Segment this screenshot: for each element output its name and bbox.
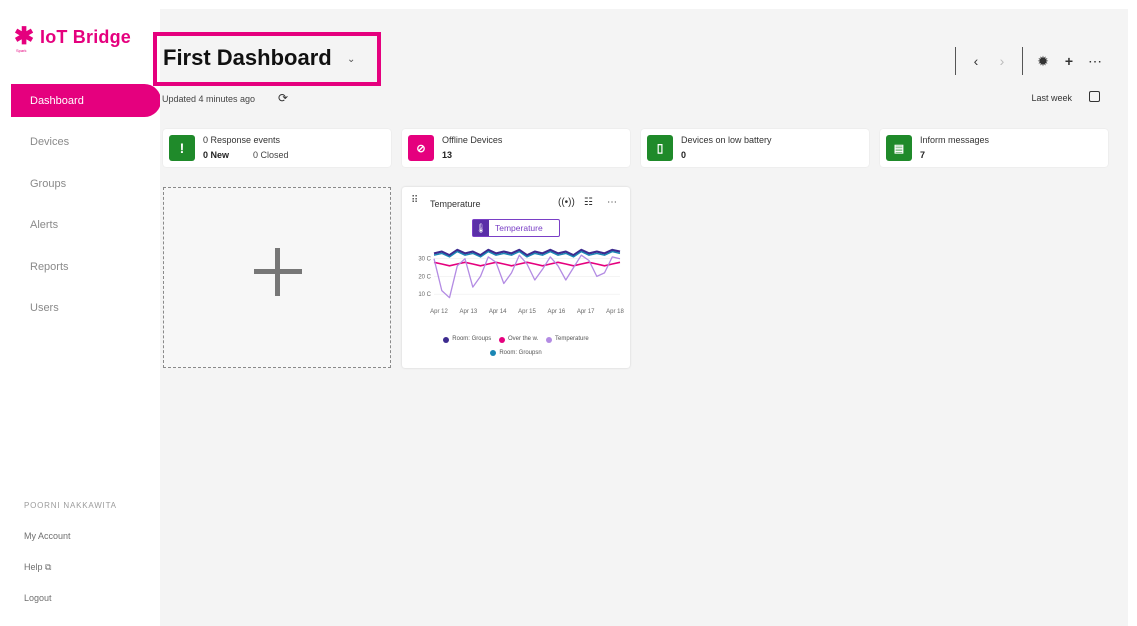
brand-sub: Spark	[16, 48, 27, 53]
add-widget-button[interactable]	[163, 187, 391, 368]
legend-dot	[490, 350, 497, 356]
stat-value: 0	[681, 150, 687, 160]
brand-logo[interactable]: ✱ IoT Bridge	[14, 23, 131, 50]
y-tick-label: 20 C	[418, 274, 431, 280]
sidebar-item-groups[interactable]: Groups	[0, 167, 160, 200]
stat-value: 0 New	[203, 150, 230, 160]
sidebar-nav: Dashboard Devices Groups Alerts Reports …	[0, 84, 161, 333]
logout-link[interactable]: Logout	[24, 593, 52, 603]
stat-card-offline-devices[interactable]: ⊘ Offline Devices 13	[402, 129, 630, 167]
user-name: POORNI NAKKAWITA	[24, 501, 117, 510]
temperature-chip[interactable]: 🌡 Temperature	[472, 219, 560, 237]
legend-item[interactable]: Temperature	[546, 334, 589, 345]
add-icon[interactable]: +	[1056, 53, 1082, 69]
date-range-label[interactable]: Last week	[1031, 93, 1072, 103]
sidebar-item-reports[interactable]: Reports	[0, 250, 160, 283]
chevron-down-icon[interactable]: ⌄	[347, 54, 355, 65]
brand-name: IoT Bridge	[40, 26, 131, 47]
x-tick-label: Apr 14	[489, 309, 507, 315]
calendar-icon[interactable]	[1089, 91, 1100, 102]
stat-card-inform-messages[interactable]: ▤ Inform messages 7	[880, 129, 1108, 167]
more-icon[interactable]: ⋯	[607, 197, 617, 208]
signal-icon[interactable]: ((•))	[558, 197, 575, 208]
filter-icon[interactable]: ☷	[584, 197, 593, 208]
dashboard-toolbar: ‹ › ✹ + ⋯	[948, 47, 1108, 75]
dashboard-main: First Dashboard ⌄ Updated 4 minutes ago …	[153, 9, 1128, 626]
toolbar-divider	[1022, 47, 1023, 75]
stat-value-secondary: 0 Closed	[253, 150, 289, 160]
legend-label: Room: Groupsn	[499, 349, 542, 356]
x-tick-label: Apr 16	[547, 309, 565, 315]
message-icon: ▤	[886, 135, 912, 161]
stat-title: Offline Devices	[442, 135, 503, 145]
battery-icon: ▯	[647, 135, 673, 161]
spark-logo-icon: ✱	[14, 23, 35, 50]
stat-value: 7	[920, 150, 926, 160]
sidebar-item-alerts[interactable]: Alerts	[0, 209, 160, 242]
legend-dot	[498, 336, 505, 343]
chart-series	[433, 248, 621, 299]
temperature-widget: ⠿ Temperature ((•)) ☷ ⋯ 🌡 Temperature 10…	[402, 187, 630, 368]
temperature-chart: 10 C 20 C 30 C Apr 12 Apr 13 Apr 14 Apr 15 Apr …	[418, 248, 624, 315]
app-window: ✱ IoT Bridge Spark Dashboard Devices Gro…	[0, 0, 1137, 626]
legend-item[interactable]: Room: Groupsn	[490, 348, 542, 359]
chip-label: Temperature	[495, 223, 543, 233]
plus-icon	[254, 248, 302, 296]
legend-item[interactable]: Room: Groups	[443, 334, 491, 345]
x-tick-label: Apr 17	[577, 309, 595, 315]
chevron-left-icon[interactable]: ‹	[963, 53, 989, 69]
sidebar-item-users[interactable]: Users	[0, 292, 160, 325]
stat-title: 0 Response events	[203, 135, 281, 145]
offline-icon: ⊘	[408, 135, 434, 161]
chart-legend: Room: Groups Over the w. Temperature Roo…	[416, 334, 616, 361]
chevron-right-icon[interactable]: ›	[989, 53, 1015, 69]
legend-label: Room: Groups	[452, 336, 492, 342]
y-tick-label: 10 C	[418, 292, 431, 298]
x-tick-label: Apr 15	[518, 309, 536, 315]
drag-handle-icon[interactable]: ⠿	[411, 195, 418, 206]
x-tick-label: Apr 13	[459, 309, 477, 315]
refresh-icon[interactable]: ⟳	[278, 91, 288, 105]
more-icon[interactable]: ⋯	[1082, 53, 1108, 70]
legend-dot	[443, 336, 450, 343]
updated-timestamp: Updated 4 minutes ago	[162, 94, 256, 104]
exclamation-icon: !	[169, 135, 195, 161]
x-tick-label: Apr 18	[606, 309, 624, 315]
x-tick-label: Apr 12	[430, 309, 448, 315]
thermometer-icon: 🌡	[473, 220, 489, 236]
stat-title: Devices on low battery	[681, 135, 772, 145]
stat-card-response-events[interactable]: ! 0 Response events 0 New 0 Closed	[163, 129, 391, 167]
stat-card-low-battery[interactable]: ▯ Devices on low battery 0	[641, 129, 869, 167]
y-tick-label: 30 C	[418, 257, 431, 263]
legend-label: Over the w.	[507, 336, 539, 342]
page-title[interactable]: First Dashboard	[163, 45, 332, 71]
bug-icon[interactable]: ✹	[1030, 53, 1056, 70]
legend-item[interactable]: Over the w.	[498, 334, 539, 345]
toolbar-divider	[955, 47, 956, 75]
sidebar-item-devices[interactable]: Devices	[0, 126, 160, 159]
legend-label: Temperature	[555, 336, 589, 342]
sidebar-item-dashboard[interactable]: Dashboard	[11, 84, 161, 117]
stat-value: 13	[442, 150, 453, 160]
sidebar: ✱ IoT Bridge Spark Dashboard Devices Gro…	[0, 0, 161, 626]
my-account-link[interactable]: My Account	[24, 531, 71, 541]
stat-title: Inform messages	[920, 135, 990, 145]
widget-title: Temperature	[430, 199, 481, 209]
legend-dot	[546, 336, 553, 343]
help-link[interactable]: Help ⧉	[24, 562, 51, 573]
